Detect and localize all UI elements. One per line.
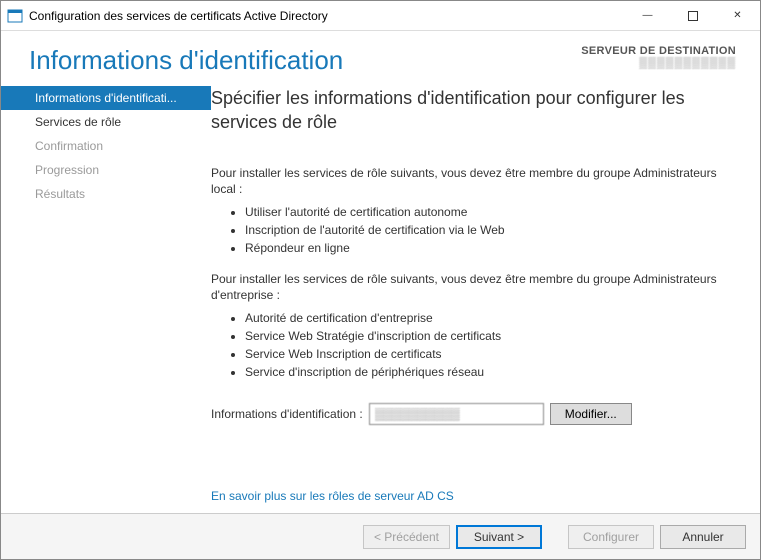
- list-item: Utiliser l'autorité de certification aut…: [245, 203, 738, 221]
- sidebar-item-confirmation: Confirmation: [1, 134, 211, 158]
- footer: < Précédent Suivant > Configurer Annuler: [1, 513, 760, 559]
- list-item: Autorité de certification d'entreprise: [245, 309, 738, 327]
- maximize-button[interactable]: [670, 1, 715, 30]
- sidebar-item-progress: Progression: [1, 158, 211, 182]
- list-enterprise-admin: Autorité de certification d'entreprise S…: [245, 309, 738, 381]
- list-item: Service Web Inscription de certificats: [245, 345, 738, 363]
- content: Spécifier les informations d'identificat…: [211, 80, 760, 513]
- credentials-input[interactable]: [369, 403, 544, 425]
- previous-button: < Précédent: [363, 525, 450, 549]
- list-item: Inscription de l'autorité de certificati…: [245, 221, 738, 239]
- paragraph-local-admin: Pour installer les services de rôle suiv…: [211, 165, 738, 197]
- configure-button: Configurer: [568, 525, 654, 549]
- destination-box: SERVEUR DE DESTINATION ▒▒▒▒▒▒▒▒▒▒▒: [581, 45, 736, 69]
- cancel-button[interactable]: Annuler: [660, 525, 746, 549]
- more-info-link[interactable]: En savoir plus sur les rôles de serveur …: [211, 489, 738, 503]
- window-title: Configuration des services de certificat…: [29, 9, 625, 23]
- list-item: Service Web Stratégie d'inscription de c…: [245, 327, 738, 345]
- titlebar: Configuration des services de certificat…: [1, 1, 760, 31]
- list-item: Service d'inscription de périphériques r…: [245, 363, 738, 381]
- paragraph-enterprise-admin: Pour installer les services de rôle suiv…: [211, 271, 738, 303]
- modify-button[interactable]: Modifier...: [550, 403, 632, 425]
- page-title: Informations d'identification: [29, 45, 581, 76]
- sidebar-item-results: Résultats: [1, 182, 211, 206]
- next-button[interactable]: Suivant >: [456, 525, 542, 549]
- list-local-admin: Utiliser l'autorité de certification aut…: [245, 203, 738, 257]
- close-button[interactable]: ✕: [715, 1, 760, 30]
- credentials-row: Informations d'identification : Modifier…: [211, 403, 738, 425]
- destination-value: ▒▒▒▒▒▒▒▒▒▒▒: [581, 57, 736, 69]
- sidebar-item-credentials[interactable]: Informations d'identificati...: [1, 86, 211, 110]
- list-item: Répondeur en ligne: [245, 239, 738, 257]
- content-heading: Spécifier les informations d'identificat…: [211, 86, 738, 135]
- minimize-button[interactable]: —: [625, 1, 670, 30]
- sidebar: Informations d'identificati... Services …: [1, 80, 211, 513]
- window-controls: — ✕: [625, 1, 760, 30]
- destination-label: SERVEUR DE DESTINATION: [581, 45, 736, 57]
- app-icon: [7, 8, 23, 24]
- credentials-label: Informations d'identification :: [211, 407, 363, 421]
- sidebar-item-role-services[interactable]: Services de rôle: [1, 110, 211, 134]
- header: Informations d'identification SERVEUR DE…: [1, 31, 760, 80]
- body: Informations d'identificati... Services …: [1, 80, 760, 513]
